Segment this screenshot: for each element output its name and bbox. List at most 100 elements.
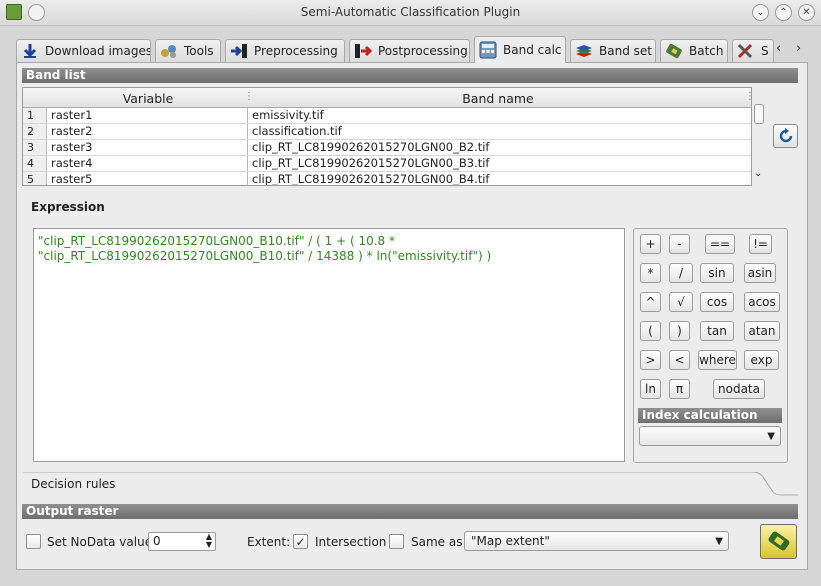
extent-source-select[interactable]: "Map extent" ▼ [464, 531, 729, 551]
acos-button[interactable]: acos [744, 292, 780, 312]
variable-cell[interactable]: raster1 [48, 108, 248, 123]
multiply-button[interactable]: * [640, 263, 661, 283]
table-row[interactable]: 2 raster2 classification.tif [23, 124, 751, 140]
chevron-down-icon: ▼ [715, 536, 723, 547]
greater-than-button[interactable]: > [640, 350, 661, 370]
decision-rules-tab-shape [23, 472, 798, 496]
divide-button[interactable]: / [669, 263, 693, 283]
plus-button[interactable]: + [640, 234, 661, 254]
pi-button[interactable]: π [669, 379, 690, 399]
not-equal-button[interactable]: != [749, 234, 772, 254]
settings-icon [737, 42, 755, 60]
table-row[interactable]: 1 raster1 emissivity.tif [23, 108, 751, 124]
tab-settings[interactable]: S [732, 39, 774, 62]
same-as-label: Same as [411, 535, 463, 549]
batch-icon [665, 42, 683, 60]
run-button[interactable] [760, 524, 797, 559]
band-name-cell[interactable]: classification.tif [249, 124, 751, 139]
tab-label: Preprocessing [254, 44, 338, 58]
tab-tools[interactable]: Tools [155, 39, 221, 62]
title-bar: Semi-Automatic Classification Plugin ⌄ ⌃… [0, 0, 821, 26]
chevron-down-icon: ▼ [767, 431, 775, 442]
tab-label: Postprocessing [378, 44, 468, 58]
index-calculation-heading: Index calculation [638, 408, 782, 423]
chevron-down-icon: ⌄ [756, 6, 765, 18]
variable-cell[interactable]: raster3 [48, 140, 248, 155]
tab-scroll-left-icon[interactable]: ‹ [776, 41, 781, 56]
where-button[interactable]: where [698, 350, 737, 370]
band-name-cell[interactable]: emissivity.tif [249, 108, 751, 123]
close-icon: ✕ [802, 6, 811, 18]
table-row[interactable]: 5 raster5 clip_RT_LC81990262015270LGN00_… [23, 172, 751, 185]
ln-button[interactable]: ln [640, 379, 661, 399]
table-header: Variable ⋮ Band name ⋮ [23, 88, 751, 108]
row-number: 5 [23, 172, 47, 185]
decision-rules-tab[interactable]: Decision rules [31, 477, 115, 491]
table-row[interactable]: 4 raster4 clip_RT_LC81990262015270LGN00_… [23, 156, 751, 172]
band-list-table: Variable ⋮ Band name ⋮ 1 raster1 emissiv… [22, 87, 752, 186]
index-calculation-select[interactable]: ▼ [639, 426, 781, 446]
tab-label: S [761, 44, 769, 58]
band-name-cell[interactable]: clip_RT_LC81990262015270LGN00_B3.tif [249, 156, 751, 171]
tab-batch[interactable]: Batch [660, 39, 728, 62]
table-row[interactable]: 3 raster3 clip_RT_LC81990262015270LGN00_… [23, 140, 751, 156]
window-title: Semi-Automatic Classification Plugin [300, 5, 521, 19]
band-set-icon [575, 42, 593, 60]
less-than-button[interactable]: < [669, 350, 690, 370]
intersection-checkbox[interactable]: ✓ [293, 534, 308, 549]
band-list-heading: Band list [22, 68, 798, 83]
tab-band-calc[interactable]: Band calc [474, 36, 566, 63]
same-as-checkbox[interactable] [389, 534, 404, 549]
atan-button[interactable]: atan [744, 321, 780, 341]
row-number: 4 [23, 156, 47, 171]
variable-cell[interactable]: raster4 [48, 156, 248, 171]
open-paren-button[interactable]: ( [640, 321, 661, 341]
tan-button[interactable]: tan [700, 321, 734, 341]
expression-line: "clip_RT_LC81990262015270LGN00_B10.tif" … [38, 234, 395, 248]
table-scrollbar[interactable]: ⌄ [752, 100, 766, 185]
tab-band-set[interactable]: Band set [570, 39, 656, 62]
close-paren-button[interactable]: ) [669, 321, 690, 341]
nodata-checkbox[interactable] [26, 534, 41, 549]
expression-heading: Expression [31, 200, 105, 214]
tab-label: Band set [599, 44, 652, 58]
column-header-variable[interactable]: Variable [48, 91, 248, 106]
nodata-button[interactable]: nodata [713, 379, 765, 399]
band-name-cell[interactable]: clip_RT_LC81990262015270LGN00_B2.tif [249, 140, 751, 155]
refresh-band-list-button[interactable] [773, 124, 798, 148]
exp-button[interactable]: exp [744, 350, 779, 370]
postprocessing-icon [354, 42, 372, 60]
tab-scroll-right-icon[interactable]: › [796, 41, 801, 56]
extent-label: Extent: [247, 535, 291, 549]
tab-download-images[interactable]: Download images [16, 39, 151, 62]
chevron-down-icon[interactable]: ⌄ [754, 168, 762, 179]
cos-button[interactable]: cos [700, 292, 734, 312]
row-number: 1 [23, 108, 47, 123]
nodata-value-spinbox[interactable]: 0 ▲ ▼ [148, 532, 216, 551]
scrollbar-thumb[interactable] [754, 104, 764, 124]
power-button[interactable]: ^ [640, 292, 661, 312]
tab-label: Tools [184, 44, 214, 58]
tab-preprocessing[interactable]: Preprocessing [225, 39, 345, 62]
minimize-button[interactable]: ⌄ [752, 4, 769, 21]
spin-arrows-icon[interactable]: ▲ ▼ [206, 533, 212, 549]
main-tabbar: Download images Tools Preprocessing Post… [16, 36, 816, 63]
sqrt-button[interactable]: √ [669, 292, 693, 312]
asin-button[interactable]: asin [744, 263, 776, 283]
preprocessing-icon [230, 42, 248, 60]
variable-cell[interactable]: raster2 [48, 124, 248, 139]
tab-postprocessing[interactable]: Postprocessing [349, 39, 470, 62]
sin-button[interactable]: sin [700, 263, 734, 283]
band-name-cell[interactable]: clip_RT_LC81990262015270LGN00_B4.tif [249, 172, 751, 185]
checkmark-icon: ✓ [295, 534, 306, 549]
close-button[interactable]: ✕ [798, 4, 815, 21]
column-header-band-name[interactable]: Band name [249, 91, 747, 106]
equal-button[interactable]: == [705, 234, 735, 254]
intersection-label: Intersection [315, 535, 387, 549]
minus-button[interactable]: - [669, 234, 690, 254]
tab-label: Download images [45, 44, 151, 58]
expression-editor[interactable]: "clip_RT_LC81990262015270LGN00_B10.tif" … [33, 228, 625, 462]
maximize-button[interactable]: ⌃ [775, 4, 792, 21]
variable-cell[interactable]: raster5 [48, 172, 248, 185]
row-number: 2 [23, 124, 47, 139]
